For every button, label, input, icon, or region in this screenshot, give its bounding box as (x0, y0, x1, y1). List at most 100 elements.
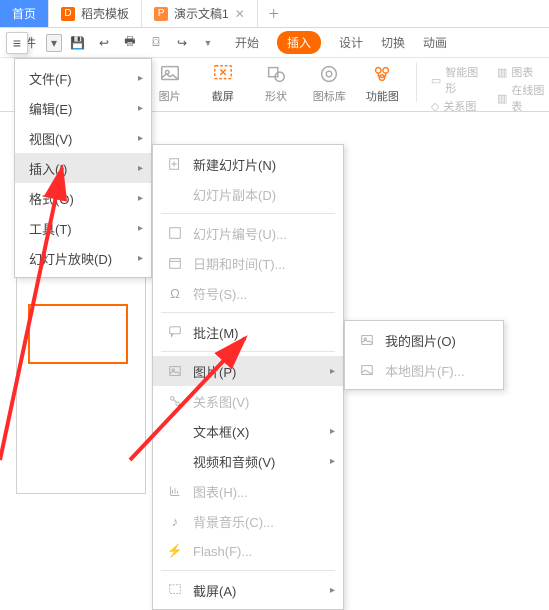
number-icon (167, 225, 183, 241)
ribbon-picture[interactable]: 图片 (150, 62, 189, 104)
ribbon-tab-start[interactable]: 开始 (235, 34, 259, 51)
submenu-chart: 图表(H)... (153, 476, 343, 506)
ribbon-relation[interactable]: ◇ 关系图 (431, 98, 483, 114)
ribbon-iconlib-label: 图标库 (313, 88, 346, 104)
screenshot-icon (167, 582, 183, 598)
submenu-relation: 关系图(V) (153, 386, 343, 416)
submenu-new-slide[interactable]: 新建幻灯片(N) (153, 149, 343, 179)
menu-file[interactable]: 文件(F)▸ (15, 63, 151, 93)
picture-icon (359, 362, 375, 378)
submenu-screenshot[interactable]: 截屏(A)▸ (153, 575, 343, 605)
thumbnail-panel (16, 264, 146, 494)
insert-submenu: 新建幻灯片(N) 幻灯片副本(D) 幻灯片编号(U)... 日期和时间(T)..… (152, 144, 344, 610)
submenu-symbol: Ω符号(S)... (153, 278, 343, 308)
menu-insert[interactable]: 插入(I)▸ (15, 153, 151, 183)
submenu-flash: ⚡Flash(F)... (153, 536, 343, 566)
submenu-comment[interactable]: 批注(M) (153, 317, 343, 347)
menu-view[interactable]: 视图(V)▸ (15, 123, 151, 153)
calendar-icon (167, 255, 183, 271)
ribbon-smartart[interactable]: ▭ 智能图形 (431, 64, 483, 96)
menu-edit[interactable]: 编辑(E)▸ (15, 93, 151, 123)
picture-icon (158, 62, 182, 86)
submenu-dup-slide: 幻灯片副本(D) (153, 179, 343, 209)
print-icon[interactable]: 🖶 (119, 32, 141, 54)
submenu-picture[interactable]: 图片(P)▸ (153, 356, 343, 386)
ribbon-effects-label: 功能图 (366, 88, 399, 104)
ribbon-tab-design[interactable]: 设计 (339, 34, 363, 51)
iconlib-icon (317, 62, 341, 86)
tab-presentation1-label: 演示文稿1 (174, 5, 229, 22)
new-tab-button[interactable]: ＋ (258, 0, 290, 27)
menu-separator (161, 351, 335, 352)
more-qat-icon[interactable]: ▼ (197, 32, 219, 54)
screenshot-icon (211, 62, 235, 86)
ribbon-online-chart[interactable]: ▥ 在线图表 (497, 82, 549, 114)
new-slide-icon (167, 156, 183, 172)
ribbon-tab-insert[interactable]: 插入 (277, 31, 321, 54)
chevron-right-icon: ▸ (330, 456, 335, 467)
submenu-datetime: 日期和时间(T)... (153, 248, 343, 278)
chevron-right-icon: ▸ (138, 163, 143, 174)
menu-separator (161, 312, 335, 313)
picture-icon (359, 332, 375, 348)
menu-format[interactable]: 格式(O)▸ (15, 183, 151, 213)
file-dropdown-icon[interactable]: ▾ (46, 34, 62, 52)
ribbon-picture-label: 图片 (159, 88, 181, 104)
submenu-slide-number: 幻灯片编号(U)... (153, 218, 343, 248)
picture-my-pictures[interactable]: 我的图片(O) (345, 325, 503, 355)
ribbon-right-stack2: ▥ 图表 ▥ 在线图表 (497, 62, 549, 114)
chevron-right-icon: ▸ (138, 223, 143, 234)
save-icon[interactable]: 💾 (66, 32, 89, 54)
daoke-icon: D (61, 7, 75, 21)
tab-daoke[interactable]: D 稻壳模板 (49, 0, 142, 27)
slide-thumbnail-1[interactable] (28, 304, 128, 364)
ribbon-screenshot-label: 截屏 (212, 88, 234, 104)
effects-icon (370, 62, 394, 86)
menu-slideshow[interactable]: 幻灯片放映(D)▸ (15, 243, 151, 273)
music-icon: ♪ (167, 513, 183, 529)
ribbon-tab-anim[interactable]: 动画 (423, 34, 447, 51)
relation-icon (167, 393, 183, 409)
chevron-right-icon: ▸ (138, 103, 143, 114)
chevron-right-icon: ▸ (330, 585, 335, 596)
chevron-right-icon: ▸ (138, 193, 143, 204)
menu-separator (161, 570, 335, 571)
chevron-right-icon: ▸ (330, 426, 335, 437)
tab-daoke-label: 稻壳模板 (81, 5, 129, 22)
ribbon-tabs: 开始 插入 设计 切换 动画 (235, 31, 447, 54)
picture-icon (167, 363, 183, 379)
ribbon-right-stack: ▭ 智能图形 ◇ 关系图 (431, 62, 483, 114)
symbol-icon: Ω (167, 285, 183, 301)
menu-separator (161, 213, 335, 214)
ribbon-chart[interactable]: ▥ 图表 (497, 64, 549, 80)
tab-home[interactable]: 首页 (0, 0, 49, 27)
ribbon-effects[interactable]: 功能图 (363, 62, 402, 104)
chevron-right-icon: ▸ (330, 366, 335, 377)
presentation-icon: P (154, 7, 168, 21)
submenu-textbox[interactable]: 文本框(X)▸ (153, 416, 343, 446)
shape-icon (264, 62, 288, 86)
ribbon-screenshot[interactable]: 截屏 (203, 62, 242, 104)
undo-icon[interactable]: ↩ (93, 32, 115, 54)
chevron-right-icon: ▸ (138, 133, 143, 144)
submenu-media[interactable]: 视频和音频(V)▸ (153, 446, 343, 476)
ribbon-shape[interactable]: 形状 (256, 62, 295, 104)
flash-icon: ⚡ (167, 543, 183, 559)
ribbon-iconlib[interactable]: 图标库 (310, 62, 349, 104)
ribbon-tab-transition[interactable]: 切换 (381, 34, 405, 51)
document-tabbar: 首页 D 稻壳模板 P 演示文稿1 ✕ ＋ (0, 0, 549, 28)
close-icon[interactable]: ✕ (235, 7, 245, 21)
submenu-bgmusic: ♪背景音乐(C)... (153, 506, 343, 536)
picture-local: 本地图片(F)... (345, 355, 503, 385)
redo-icon[interactable]: ↪ (171, 32, 193, 54)
quick-access-bar: ≡ 文件 ▾ 💾 ↩ 🖶 ⌼ ↪ ▼ 开始 插入 设计 切换 动画 (0, 28, 549, 58)
chart-icon (167, 483, 183, 499)
hamburger-icon[interactable]: ≡ (6, 32, 28, 54)
ribbon-shape-label: 形状 (265, 88, 287, 104)
menu-tool[interactable]: 工具(T)▸ (15, 213, 151, 243)
tab-home-label: 首页 (12, 5, 36, 22)
chevron-right-icon: ▸ (138, 253, 143, 264)
tab-presentation1[interactable]: P 演示文稿1 ✕ (142, 0, 258, 27)
blank-icon (167, 423, 183, 439)
preview-icon[interactable]: ⌼ (145, 32, 167, 54)
